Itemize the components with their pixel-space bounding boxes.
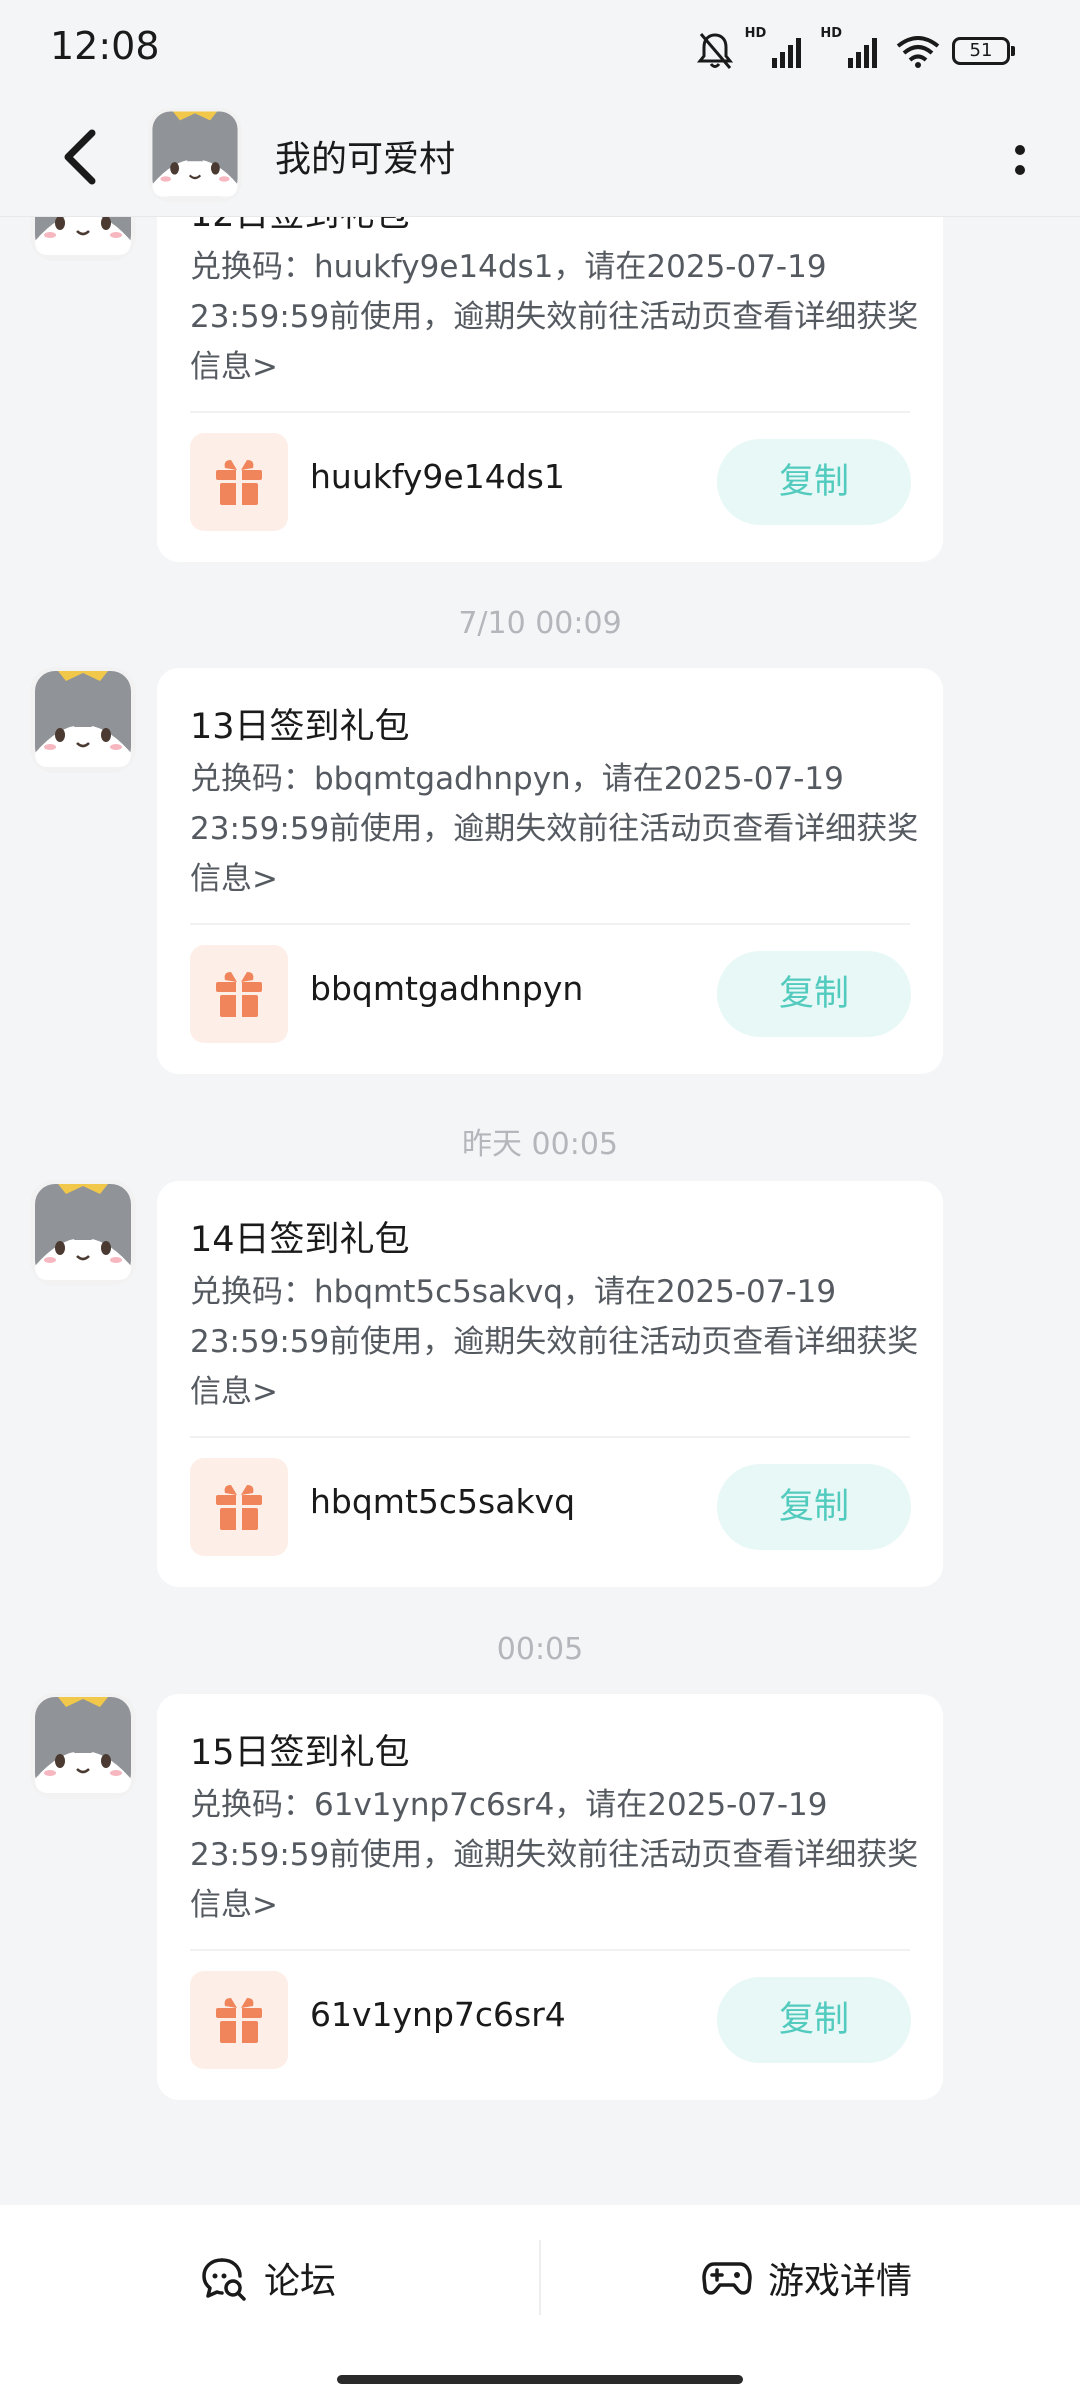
battery-icon: 51 (952, 37, 1015, 65)
message-feed[interactable]: 12日签到礼包 兑换码：huukfy9e14ds1，请在2025-07-19 2… (0, 0, 1080, 2205)
copy-button[interactable]: 复制 (717, 951, 911, 1037)
copy-button[interactable]: 复制 (717, 1977, 911, 2063)
wifi-icon (896, 36, 940, 68)
home-indicator[interactable] (337, 2375, 743, 2384)
more-button[interactable] (1000, 130, 1040, 190)
status-bar: 12:08 HD HD 51 (0, 0, 1080, 100)
forum-label: 论坛 (264, 2261, 337, 2302)
bottom-bar: 论坛 游戏详情 (0, 2205, 1080, 2400)
gift-icon (216, 1998, 262, 2043)
divider (190, 1949, 910, 1951)
gamepad-icon (702, 2262, 752, 2295)
hd-label: HD (820, 26, 842, 41)
gift-icon (216, 1485, 262, 1530)
gift-card-description[interactable]: 兑换码：bbqmtgadhnpyn，请在2025-07-19 23:59:59前… (190, 754, 920, 904)
message-timestamp: 昨天 00:05 (462, 1127, 618, 1162)
bell-muted-icon (696, 33, 733, 69)
avatar[interactable] (30, 1693, 136, 1799)
status-time: 12:08 (50, 24, 160, 68)
avatar[interactable] (30, 1180, 136, 1286)
gift-card-title: 13日签到礼包 (190, 707, 410, 747)
back-arrow-icon (64, 129, 96, 185)
gift-icon (216, 972, 262, 1017)
gift-icon-box (190, 433, 288, 531)
gift-icon-box (190, 1458, 288, 1556)
game-details-button[interactable]: 游戏详情 (702, 2235, 912, 2321)
gift-code: hbqmt5c5sakvq (310, 1482, 576, 1521)
hd-label: HD (744, 26, 767, 41)
gift-code: 61v1ynp7c6sr4 (310, 1995, 566, 2034)
gift-card[interactable]: 15日签到礼包 兑换码：61v1ynp7c6sr4，请在2025-07-19 2… (157, 1694, 943, 2100)
gift-code: huukfy9e14ds1 (310, 457, 565, 496)
gift-card-description[interactable]: 兑换码：hbqmt5c5sakvq，请在2025-07-19 23:59:59前… (190, 1267, 920, 1417)
signal-hd-icon (848, 38, 877, 68)
divider (190, 923, 910, 925)
gift-icon-box (190, 945, 288, 1043)
copy-button[interactable]: 复制 (717, 439, 911, 525)
avatar[interactable] (148, 108, 242, 202)
gift-card-title: 14日签到礼包 (190, 1220, 410, 1260)
gift-card[interactable]: 14日签到礼包 兑换码：hbqmt5c5sakvq，请在2025-07-19 2… (157, 1181, 943, 1587)
back-button[interactable] (50, 122, 110, 192)
gift-card-title: 15日签到礼包 (190, 1733, 410, 1773)
more-vertical-icon (1015, 145, 1025, 175)
gift-icon-box (190, 1971, 288, 2069)
gift-card-description[interactable]: 兑换码：huukfy9e14ds1，请在2025-07-19 23:59:59前… (190, 242, 920, 392)
gift-card-description[interactable]: 兑换码：61v1ynp7c6sr4，请在2025-07-19 23:59:59前… (190, 1780, 920, 1930)
divider (539, 2240, 541, 2315)
forum-button[interactable]: 论坛 (200, 2235, 336, 2321)
avatar[interactable] (30, 667, 136, 773)
copy-button[interactable]: 复制 (717, 1464, 911, 1550)
message-timestamp: 00:05 (496, 1632, 584, 1667)
gift-card[interactable]: 13日签到礼包 兑换码：bbqmtgadhnpyn，请在2025-07-19 2… (157, 668, 943, 1074)
page-title: 我的可爱村 (275, 139, 456, 180)
game-details-label: 游戏详情 (768, 2261, 913, 2302)
forum-icon (202, 2258, 246, 2301)
message-timestamp: 7/10 00:09 (458, 606, 622, 641)
gift-code: bbqmtgadhnpyn (310, 969, 584, 1008)
divider (190, 1436, 910, 1438)
status-icons: HD HD 51 (696, 26, 1015, 76)
divider (190, 411, 910, 413)
signal-hd-icon (772, 38, 802, 68)
top-bar: 我的可爱村 (0, 100, 1080, 217)
gift-icon (216, 460, 262, 505)
